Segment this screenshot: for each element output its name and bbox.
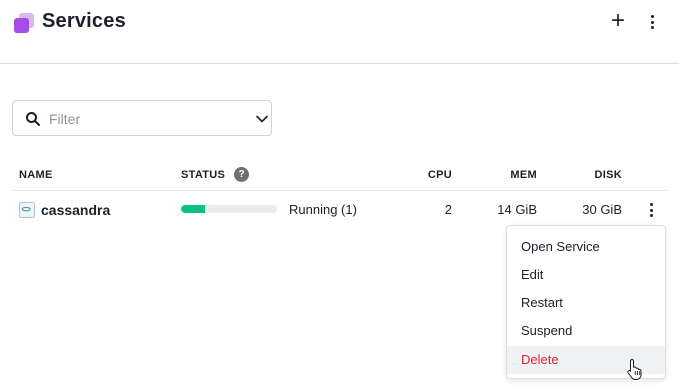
add-service-button[interactable]: + (606, 7, 630, 34)
column-header-mem[interactable]: MEM (477, 169, 537, 181)
plus-icon: + (610, 7, 625, 34)
services-icon (14, 13, 34, 33)
help-icon[interactable]: ? (234, 167, 249, 182)
search-icon (26, 112, 40, 126)
row-more-button[interactable] (642, 199, 660, 221)
filter-input[interactable] (49, 108, 239, 130)
column-header-name[interactable]: NAME (19, 169, 53, 181)
disk-value: 30 GiB (582, 202, 622, 217)
header-divider (12, 190, 668, 191)
context-menu: Open Service Edit Restart Suspend Delete (506, 225, 666, 379)
menu-item-open-service[interactable]: Open Service (507, 233, 665, 261)
column-header-disk[interactable]: DISK (562, 169, 622, 181)
page-header: Services + (0, 0, 679, 64)
more-vertical-icon (642, 10, 662, 34)
cpu-value: 2 (444, 202, 452, 217)
hand-cursor-icon (627, 358, 642, 380)
status-progress-bar (181, 205, 277, 213)
status-text: Running (1) (289, 202, 357, 217)
status-progress-fill (181, 205, 205, 213)
column-header-cpu[interactable]: CPU (402, 169, 452, 181)
column-header-status[interactable]: STATUS (181, 169, 225, 181)
page-title: Services (42, 10, 126, 32)
menu-item-edit[interactable]: Edit (507, 261, 665, 289)
menu-item-restart[interactable]: Restart (507, 289, 665, 317)
menu-item-suspend[interactable]: Suspend (507, 317, 665, 345)
header-more-button[interactable] (642, 10, 662, 34)
more-vertical-icon (642, 199, 660, 221)
service-icon (19, 202, 35, 218)
mem-value: 14 GiB (497, 202, 537, 217)
chevron-down-icon (256, 115, 268, 123)
filter-dropdown[interactable] (12, 100, 272, 136)
service-name-link[interactable]: cassandra (41, 202, 110, 218)
